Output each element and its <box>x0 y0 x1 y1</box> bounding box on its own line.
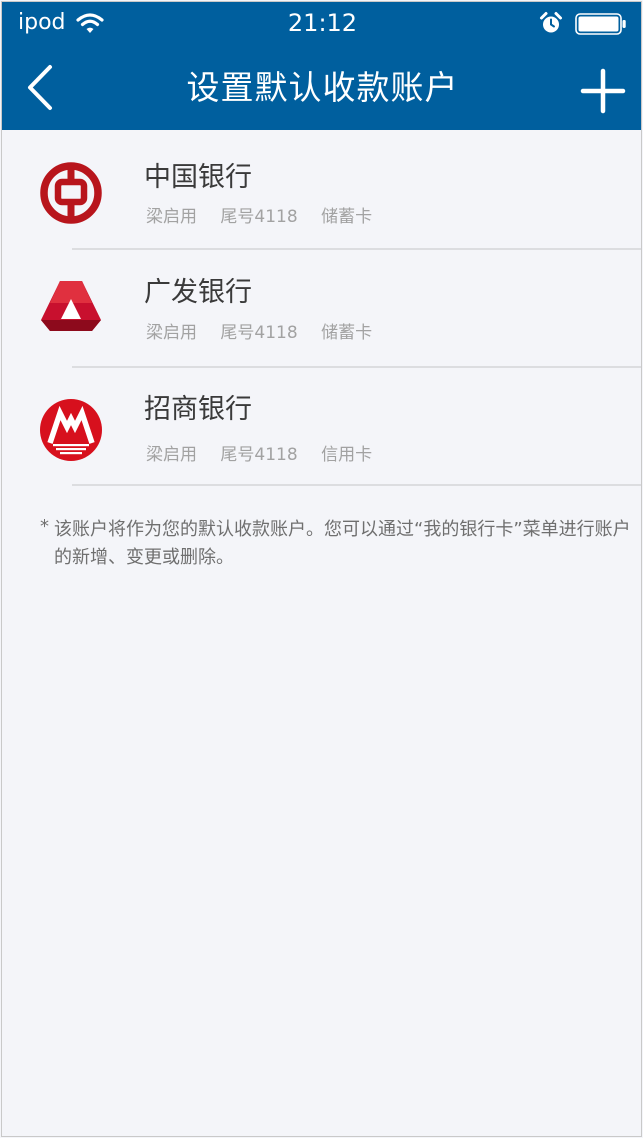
note-asterisk: * <box>40 516 49 537</box>
account-meta: 梁启用 尾号4118 储蓄卡 <box>146 322 390 344</box>
cmb-logo-icon <box>40 399 102 461</box>
nav-bar: 设置默认收款账户 <box>2 46 641 130</box>
account-holder: 梁启用 <box>146 323 197 343</box>
account-holder: 梁启用 <box>146 207 197 227</box>
note-text: 该账户将作为您的默认收款账户。您可以通过“我的银行卡”菜单进行账户的新增、变更或… <box>54 519 631 568</box>
card-tail-number: 尾号4118 <box>220 207 298 227</box>
card-tail-number: 尾号4118 <box>220 445 298 465</box>
cgb-logo-icon <box>41 281 101 331</box>
divider <box>72 484 641 486</box>
card-type: 储蓄卡 <box>321 323 373 343</box>
page-title: 设置默认收款账户 <box>186 68 459 107</box>
card-type: 信用卡 <box>321 445 373 465</box>
account-item-boc[interactable]: 中国银行 梁启用 尾号4118 储蓄卡 <box>2 130 641 249</box>
account-item-cgb[interactable]: 广发银行 梁启用 尾号4118 储蓄卡 <box>2 249 641 366</box>
card-type: 储蓄卡 <box>321 207 373 227</box>
boc-logo-icon <box>40 162 102 224</box>
chevron-left-icon <box>28 65 52 110</box>
battery-icon <box>575 13 626 35</box>
account-holder: 梁启用 <box>146 445 197 465</box>
alarm-clock-icon <box>540 12 562 33</box>
header: ipod 21:12 设置默认收款账户 <box>2 2 641 130</box>
plus-icon <box>580 68 626 114</box>
default-account-note: * 该账户将作为您的默认收款账户。您可以通过“我的银行卡”菜单进行账户的新增、变… <box>40 516 640 572</box>
bank-name: 招商银行 <box>144 394 252 425</box>
card-tail-number: 尾号4118 <box>220 323 298 343</box>
account-meta: 梁启用 尾号4118 信用卡 <box>146 444 390 466</box>
bank-name: 中国银行 <box>144 162 252 193</box>
status-bar: ipod 21:12 <box>2 2 641 46</box>
add-account-button[interactable] <box>580 68 626 114</box>
account-item-cmb[interactable]: 招商银行 梁启用 尾号4118 信用卡 <box>2 367 641 485</box>
back-button[interactable] <box>18 64 66 112</box>
app-screen: ipod 21:12 设置默认收款账户 中国银行 梁启用 尾号4118 储蓄卡 … <box>1 1 642 1137</box>
bank-name: 广发银行 <box>144 277 252 308</box>
account-meta: 梁启用 尾号4118 储蓄卡 <box>146 206 390 228</box>
